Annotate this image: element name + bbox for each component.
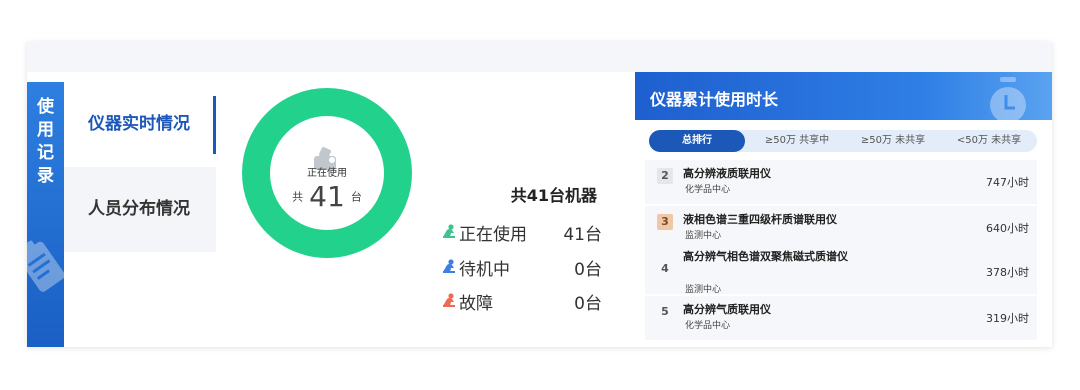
usage-hours: 747小时 [986, 176, 1029, 189]
tab-char: 录 [37, 166, 54, 186]
instrument-name: 高分辨气相色谱双聚焦磁式质谱仪 [683, 250, 848, 263]
instrument-department: 监测中心 [685, 231, 722, 241]
tab-char: 记 [37, 143, 54, 163]
tab-char: 使 [37, 97, 54, 117]
ranking-row[interactable]: 2 高分辨液质联用仪 化学品中心 747小时 [645, 160, 1037, 204]
rank-badge: 3 [657, 214, 673, 230]
tab-overall[interactable]: 总排行 [649, 130, 745, 152]
status-label: 待机中 [459, 260, 510, 280]
ranking-row[interactable]: 5 高分辨气质联用仪 化学品中心 319小时 [645, 296, 1037, 340]
status-row-fault: 故障 0台 [442, 289, 602, 314]
instrument-name: 高分辨气质联用仪 [683, 303, 771, 316]
red-person-icon [443, 293, 455, 307]
status-value: 0台 [574, 260, 602, 280]
instrument-department: 化学品中心 [685, 321, 731, 331]
tab-under-500k-unshared[interactable]: <50万 未共享 [941, 130, 1037, 152]
rank-badge: 4 [661, 262, 669, 275]
ranking-title: 仪器累计使用时长 [650, 90, 779, 109]
usage-donut-chart: 正在使用 共 41 台 [242, 88, 412, 258]
donut-number: 41 [309, 180, 345, 213]
donut-count: 共 41 台 [242, 180, 412, 213]
clock-icon [990, 77, 1026, 123]
top-strip [27, 42, 1052, 72]
usage-hours: 640小时 [986, 222, 1029, 235]
ranking-header: 仪器累计使用时长 [635, 72, 1052, 123]
usage-record-tab[interactable]: 使 用 记 录 [27, 82, 64, 347]
machine-total: 共41台机器 [510, 186, 597, 205]
usage-hours: 319小时 [986, 312, 1029, 325]
instrument-department: 监测中心 [685, 285, 722, 295]
usage-card: 使 用 记 录 仪器实时情况 人员分布情况 正在使用 共 41 台 共41台机器… [27, 42, 1052, 347]
tab-over-500k-unshared[interactable]: ≥50万 未共享 [845, 130, 941, 152]
donut-label: 正在使用 [307, 168, 347, 179]
status-label: 正在使用 [459, 225, 527, 245]
status-value: 41台 [563, 225, 602, 245]
status-row-in-use: 正在使用 41台 [442, 220, 602, 245]
usage-record-label: 使 用 记 录 [27, 96, 64, 188]
ranking-row[interactable]: 3 液相色谱三重四级杆质谱联用仪 监测中心 640小时 [645, 206, 1037, 250]
instrument-name: 高分辨液质联用仪 [683, 167, 771, 180]
green-person-icon [443, 224, 455, 238]
clipboard-icon [27, 240, 64, 292]
status-row-standby: 待机中 0台 [442, 255, 602, 280]
blue-person-icon [443, 259, 455, 273]
tab-staff-distribution[interactable]: 人员分布情况 [64, 167, 216, 252]
usage-ranking-panel: 仪器累计使用时长 总排行 ≥50万 共享中 ≥50万 未共享 <50万 未共享 … [635, 72, 1052, 347]
donut-suffix: 台 [350, 190, 362, 204]
rank-badge: 5 [661, 305, 669, 318]
rank-badge: 2 [657, 168, 673, 184]
status-label: 故障 [459, 294, 493, 314]
ranking-row[interactable]: 4 高分辨气相色谱双聚焦磁式质谱仪 监测中心 378小时 [645, 250, 1037, 295]
tab-char: 用 [37, 120, 54, 140]
tab-instrument-realtime[interactable]: 仪器实时情况 [64, 82, 216, 167]
view-nav: 仪器实时情况 人员分布情况 [64, 82, 216, 252]
donut-prefix: 共 [292, 190, 304, 204]
tab-over-500k-shared[interactable]: ≥50万 共享中 [749, 130, 845, 152]
instrument-name: 液相色谱三重四级杆质谱联用仪 [683, 213, 837, 226]
ranking-filter-tabs: 总排行 ≥50万 共享中 ≥50万 未共享 <50万 未共享 [649, 130, 1037, 152]
usage-hours: 378小时 [986, 266, 1029, 279]
status-value: 0台 [574, 294, 602, 314]
instrument-department: 化学品中心 [685, 185, 731, 195]
